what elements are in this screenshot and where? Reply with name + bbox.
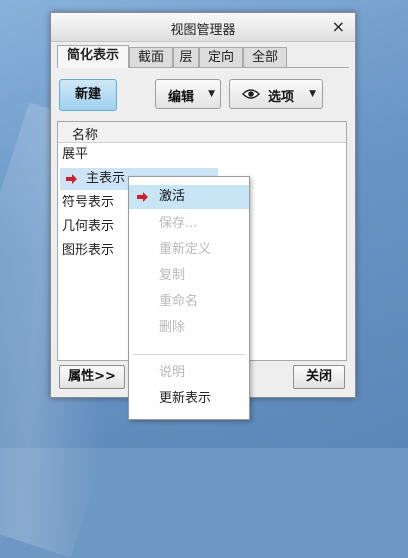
title-bar: 视图管理器 × bbox=[51, 13, 355, 42]
properties-button[interactable]: 属性>> bbox=[59, 365, 125, 389]
menu-item-save[interactable]: 保存... bbox=[129, 212, 249, 236]
list-item-label: 几何表示 bbox=[62, 219, 115, 234]
context-menu: 激活 保存... 重新定义 复制 重命名 删除 说明 更新表示 bbox=[128, 176, 250, 420]
list-header: 名称 bbox=[58, 122, 346, 143]
column-header-name: 名称 bbox=[72, 128, 99, 143]
menu-item-label: 复制 bbox=[159, 268, 186, 283]
menu-item-label: 删除 bbox=[159, 320, 186, 335]
menu-item-delete[interactable]: 删除 bbox=[129, 316, 249, 340]
chevron-down-icon: ▼ bbox=[208, 89, 215, 99]
menu-separator bbox=[133, 354, 245, 355]
menu-item-label: 重命名 bbox=[159, 294, 199, 309]
menu-item-label: 重新定义 bbox=[159, 242, 212, 257]
options-button-label: 选项 bbox=[268, 90, 295, 105]
list-item-label: 图形表示 bbox=[62, 243, 115, 258]
menu-item-redefine[interactable]: 重新定义 bbox=[129, 238, 249, 262]
tab-all[interactable]: 全部 bbox=[243, 47, 287, 67]
options-button[interactable]: 选项 ▼ bbox=[229, 79, 323, 109]
edit-button-label: 编辑 bbox=[168, 90, 195, 105]
menu-item-label: 更新表示 bbox=[159, 391, 212, 406]
edit-button[interactable]: 编辑 ▼ bbox=[155, 79, 221, 109]
menu-item-label: 激活 bbox=[159, 189, 186, 204]
tab-orientation[interactable]: 定向 bbox=[199, 47, 243, 67]
close-icon[interactable]: × bbox=[332, 17, 345, 36]
tab-section[interactable]: 截面 bbox=[129, 47, 173, 67]
active-arrow-icon bbox=[137, 192, 148, 202]
tab-layer[interactable]: 层 bbox=[173, 47, 199, 67]
chevron-down-icon: ▼ bbox=[309, 89, 316, 99]
eye-icon bbox=[242, 89, 260, 99]
menu-item-update-rep[interactable]: 更新表示 bbox=[129, 387, 249, 411]
menu-item-label: 说明 bbox=[159, 365, 186, 380]
menu-item-description[interactable]: 说明 bbox=[129, 361, 249, 385]
list-item-label: 展平 bbox=[62, 147, 89, 162]
menu-item-label: 保存... bbox=[159, 216, 198, 231]
dialog-title: 视图管理器 bbox=[170, 23, 236, 38]
active-arrow-icon bbox=[66, 174, 77, 184]
tab-simplified-rep[interactable]: 简化表示 bbox=[57, 45, 129, 68]
new-button[interactable]: 新建 bbox=[59, 79, 117, 111]
menu-item-activate[interactable]: 激活 bbox=[129, 185, 249, 209]
menu-item-rename[interactable]: 重命名 bbox=[129, 290, 249, 314]
list-item-label: 主表示 bbox=[86, 171, 126, 186]
list-item-label: 符号表示 bbox=[62, 195, 115, 210]
close-button[interactable]: 关闭 bbox=[293, 365, 345, 389]
menu-item-copy[interactable]: 复制 bbox=[129, 264, 249, 288]
